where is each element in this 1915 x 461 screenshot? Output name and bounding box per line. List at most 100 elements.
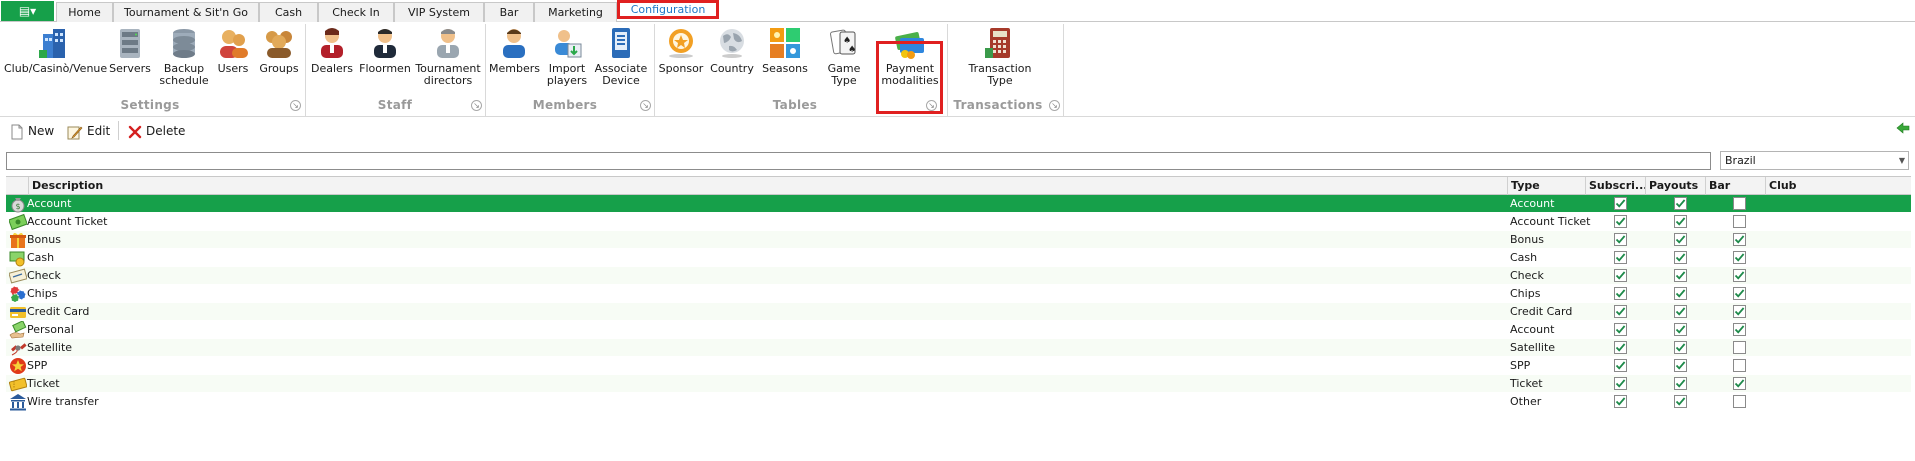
tab-marketing[interactable]: Marketing — [534, 2, 617, 22]
bar-checkbox[interactable] — [1733, 323, 1746, 336]
table-row[interactable]: Bonus Bonus — [6, 231, 1911, 249]
subscriptions-checkbox[interactable] — [1614, 323, 1627, 336]
cell-type: Satellite — [1510, 341, 1556, 354]
country-select[interactable]: Brazil ▼ — [1720, 151, 1909, 170]
table-row[interactable]: Cash Cash — [6, 249, 1911, 267]
payouts-checkbox[interactable] — [1674, 233, 1687, 246]
edit-button[interactable]: Edit — [67, 122, 110, 140]
seasons-button[interactable]: Seasons — [760, 24, 810, 75]
subscriptions-checkbox[interactable] — [1614, 305, 1627, 318]
bar-checkbox[interactable] — [1733, 359, 1746, 372]
servers-button[interactable]: Servers — [106, 24, 154, 75]
subscriptions-checkbox[interactable] — [1614, 287, 1627, 300]
payouts-checkbox[interactable] — [1674, 197, 1687, 210]
header-bar[interactable]: Bar — [1705, 177, 1765, 195]
ribbon-panel: Club/Casinò/Venue Servers Backup schedul… — [0, 22, 1915, 117]
subscriptions-checkbox[interactable] — [1614, 215, 1627, 228]
subscriptions-checkbox[interactable] — [1614, 395, 1627, 408]
subscriptions-checkbox[interactable] — [1614, 377, 1627, 390]
transaction-type-button[interactable]: Transaction Type — [960, 24, 1040, 87]
chips-icon — [9, 285, 27, 303]
subscriptions-checkbox[interactable] — [1614, 233, 1627, 246]
bar-checkbox[interactable] — [1733, 215, 1746, 228]
new-document-icon — [11, 124, 23, 139]
payouts-checkbox[interactable] — [1674, 215, 1687, 228]
staff-dialog-launcher-icon[interactable]: ↘ — [471, 100, 482, 111]
header-club[interactable]: Club — [1765, 177, 1911, 195]
users-icon — [220, 30, 248, 58]
tab-vip-system[interactable]: VIP System — [394, 2, 484, 22]
game-type-button[interactable]: ♠ ♠ Game Type — [814, 24, 874, 87]
country-button[interactable]: Country — [708, 24, 756, 75]
settings-dialog-launcher-icon[interactable]: ↘ — [290, 100, 301, 111]
bar-checkbox[interactable] — [1733, 251, 1746, 264]
payouts-checkbox[interactable] — [1674, 341, 1687, 354]
header-description[interactable]: Description — [28, 177, 1507, 195]
table-row[interactable]: Account Ticket Account Ticket — [6, 213, 1911, 231]
subscriptions-checkbox[interactable] — [1614, 251, 1627, 264]
tab-cash[interactable]: Cash — [259, 2, 318, 22]
bar-checkbox[interactable] — [1733, 197, 1746, 210]
table-row[interactable]: Ticket Ticket — [6, 375, 1911, 393]
payouts-checkbox[interactable] — [1674, 395, 1687, 408]
payouts-checkbox[interactable] — [1674, 323, 1687, 336]
payouts-checkbox[interactable] — [1674, 269, 1687, 282]
bar-checkbox[interactable] — [1733, 305, 1746, 318]
subscriptions-checkbox[interactable] — [1614, 359, 1627, 372]
back-arrow-button[interactable] — [1896, 122, 1910, 137]
table-row[interactable]: Satellite Satellite — [6, 339, 1911, 357]
table-row[interactable]: SPP SPP — [6, 357, 1911, 375]
tab-bar[interactable]: Bar — [484, 2, 534, 22]
tournament-directors-button[interactable]: Tournament directors — [415, 24, 481, 87]
payouts-checkbox[interactable] — [1674, 359, 1687, 372]
bar-checkbox[interactable] — [1733, 287, 1746, 300]
application-menu-button[interactable]: ▤▾ — [1, 1, 54, 21]
subscriptions-checkbox[interactable] — [1614, 341, 1627, 354]
groups-button[interactable]: Groups — [256, 24, 302, 75]
header-subscriptions[interactable]: Subscri... — [1585, 177, 1645, 195]
table-row[interactable]: $ Account Account — [6, 195, 1911, 213]
payouts-checkbox[interactable] — [1674, 377, 1687, 390]
sponsor-button[interactable]: Sponsor — [658, 24, 704, 75]
delete-button[interactable]: Delete — [128, 122, 185, 140]
bar-checkbox[interactable] — [1733, 233, 1746, 246]
import-players-button[interactable]: Import players — [542, 24, 592, 87]
table-row[interactable]: Check Check — [6, 267, 1911, 285]
payouts-checkbox[interactable] — [1674, 287, 1687, 300]
members-button[interactable]: Members — [489, 24, 540, 75]
gift-icon — [9, 231, 27, 249]
associate-device-button[interactable]: Associate Device — [594, 24, 648, 87]
table-row[interactable]: Chips Chips — [6, 285, 1911, 303]
club-venue-button[interactable]: Club/Casinò/Venue — [4, 24, 107, 75]
members-dialog-launcher-icon[interactable]: ↘ — [640, 100, 651, 111]
money-bag-icon: $ — [9, 195, 27, 213]
table-row[interactable]: Personal Account — [6, 320, 1911, 339]
dealers-button[interactable]: Dealers — [309, 24, 355, 75]
new-button[interactable]: New — [10, 122, 54, 140]
subscriptions-checkbox[interactable] — [1614, 197, 1627, 210]
cell-description: Chips — [27, 287, 58, 300]
tab-home[interactable]: Home — [56, 2, 113, 22]
header-type[interactable]: Type — [1507, 177, 1585, 195]
transactions-dialog-launcher-icon[interactable]: ↘ — [1049, 100, 1060, 111]
table-row[interactable]: Credit Card Credit Card — [6, 303, 1911, 321]
bar-checkbox[interactable] — [1733, 377, 1746, 390]
backup-schedule-button[interactable]: Backup schedule — [158, 24, 210, 87]
tables-dialog-launcher-icon[interactable]: ↘ — [926, 100, 937, 111]
floormen-button[interactable]: Floormen — [359, 24, 411, 75]
tab-check-in[interactable]: Check In — [318, 2, 394, 22]
users-button[interactable]: Users — [213, 24, 253, 75]
group-separator — [305, 24, 306, 117]
bar-checkbox[interactable] — [1733, 269, 1746, 282]
subscriptions-checkbox[interactable] — [1614, 269, 1627, 282]
tab-tournament[interactable]: Tournament & Sit'n Go — [113, 2, 259, 22]
svg-text:$: $ — [16, 202, 21, 211]
search-filter-input[interactable] — [6, 152, 1711, 170]
payouts-checkbox[interactable] — [1674, 305, 1687, 318]
header-payouts[interactable]: Payouts — [1645, 177, 1705, 195]
bar-checkbox[interactable] — [1733, 395, 1746, 408]
payouts-checkbox[interactable] — [1674, 251, 1687, 264]
table-row[interactable]: Wire transfer Other — [6, 393, 1911, 411]
bar-checkbox[interactable] — [1733, 341, 1746, 354]
tab-configuration[interactable]: Configuration — [617, 0, 719, 19]
